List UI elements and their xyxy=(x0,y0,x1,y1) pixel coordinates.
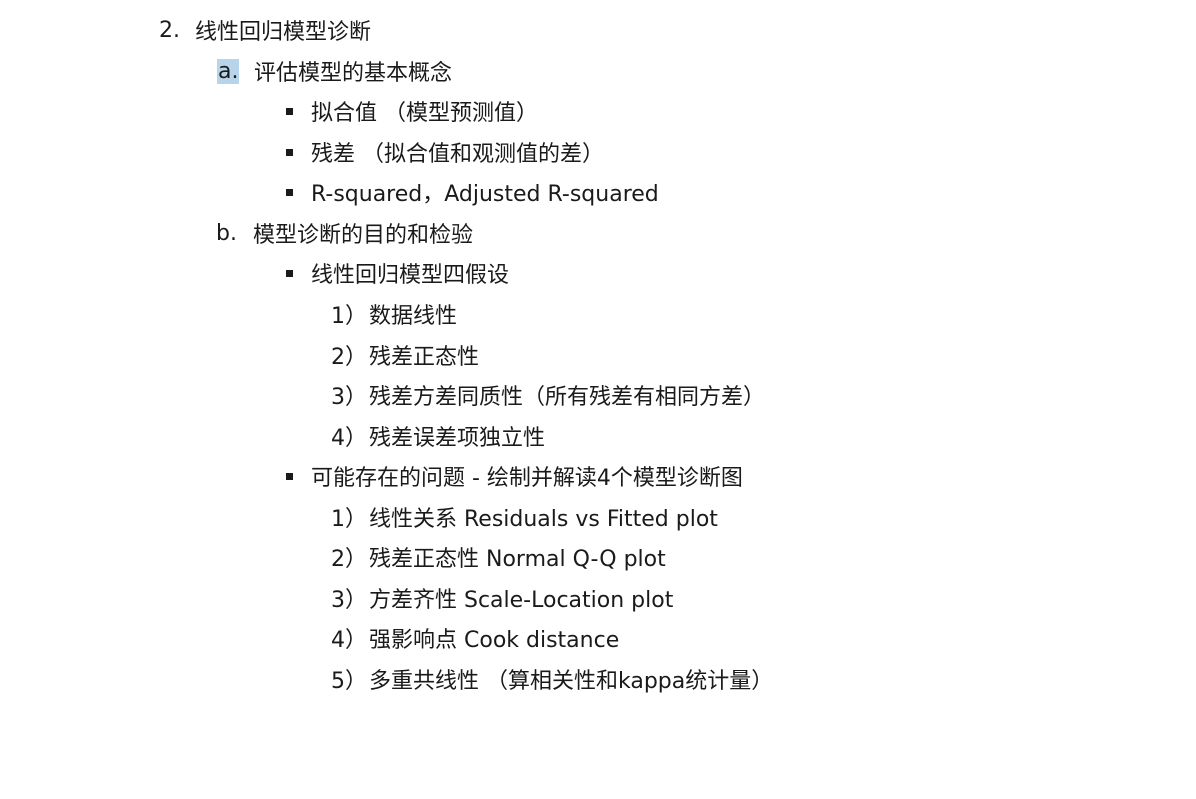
square-bullet-icon xyxy=(286,107,293,115)
list-item: 1） 线性关系 Residuals vs Fitted plot xyxy=(331,502,718,532)
list-number: 4） xyxy=(331,426,367,451)
bullet-residuals: 残差 （拟合值和观测值的差） xyxy=(286,137,604,167)
list-number: 5） xyxy=(331,669,367,694)
list-text: 线性关系 Residuals vs Fitted plot xyxy=(369,507,718,532)
square-bullet-icon xyxy=(286,148,293,156)
list-text: 强影响点 Cook distance xyxy=(369,628,620,653)
bullet-four-assumptions: 线性回归模型四假设 xyxy=(286,258,509,288)
list-text: 多重共线性 （算相关性和kappa统计量） xyxy=(369,669,774,694)
list-item: 2） 残差正态性 Normal Q-Q plot xyxy=(331,542,666,572)
section-title: 线性回归模型诊断 xyxy=(195,20,372,45)
list-text: 残差方差同质性（所有残差有相同方差） xyxy=(369,385,766,410)
list-text: 数据线性 xyxy=(369,304,458,329)
bullet-fitted-values: 拟合值 （模型预测值） xyxy=(286,96,538,126)
subsection-a-title: 评估模型的基本概念 xyxy=(254,61,453,86)
bullet-text: 拟合值 （模型预测值） xyxy=(311,101,538,126)
list-item: 3） 残差方差同质性（所有残差有相同方差） xyxy=(331,380,765,410)
square-bullet-icon xyxy=(286,269,293,277)
subsection-a-marker[interactable]: a. xyxy=(217,58,239,84)
section-number: 2. xyxy=(159,17,180,43)
list-item: 4） 强影响点 Cook distance xyxy=(331,623,619,653)
bullet-possible-problems: 可能存在的问题 - 绘制并解读4个模型诊断图 xyxy=(286,461,743,491)
subsection-b-marker: b. xyxy=(216,220,237,246)
square-bullet-icon xyxy=(286,472,293,480)
list-number: 3） xyxy=(331,588,367,613)
bullet-text: 线性回归模型四假设 xyxy=(311,263,510,288)
bullet-text: 可能存在的问题 - 绘制并解读4个模型诊断图 xyxy=(311,466,743,491)
list-item: 1） 数据线性 xyxy=(331,299,457,329)
list-item: 5） 多重共线性 （算相关性和kappa统计量） xyxy=(331,664,773,694)
subsection-b-heading: b. 模型诊断的目的和检验 xyxy=(216,218,474,249)
bullet-text: R-squared，Adjusted R-squared xyxy=(311,182,659,207)
square-bullet-icon xyxy=(286,188,293,196)
list-text: 残差正态性 Normal Q-Q plot xyxy=(369,547,666,572)
list-item: 3） 方差齐性 Scale-Location plot xyxy=(331,583,673,613)
list-text: 方差齐性 Scale-Location plot xyxy=(369,588,674,613)
section-heading: 2. 线性回归模型诊断 xyxy=(159,15,372,46)
list-number: 1） xyxy=(331,507,367,532)
document-page: 2. 线性回归模型诊断 a. 评估模型的基本概念 拟合值 （模型预测值） 残差 … xyxy=(0,0,1196,799)
list-item: 4） 残差误差项独立性 xyxy=(331,421,545,451)
subsection-a-heading: a. 评估模型的基本概念 xyxy=(217,56,453,86)
list-number: 3） xyxy=(331,385,367,410)
list-text: 残差正态性 xyxy=(369,345,480,370)
list-number: 4） xyxy=(331,628,367,653)
bullet-text: 残差 （拟合值和观测值的差） xyxy=(311,142,604,167)
list-number: 1） xyxy=(331,304,367,329)
list-item: 2） 残差正态性 xyxy=(331,340,479,370)
list-number: 2） xyxy=(331,547,367,572)
bullet-r-squared: R-squared，Adjusted R-squared xyxy=(286,177,659,207)
list-number: 2） xyxy=(331,345,367,370)
list-text: 残差误差项独立性 xyxy=(369,426,546,451)
subsection-b-title: 模型诊断的目的和检验 xyxy=(253,223,474,248)
